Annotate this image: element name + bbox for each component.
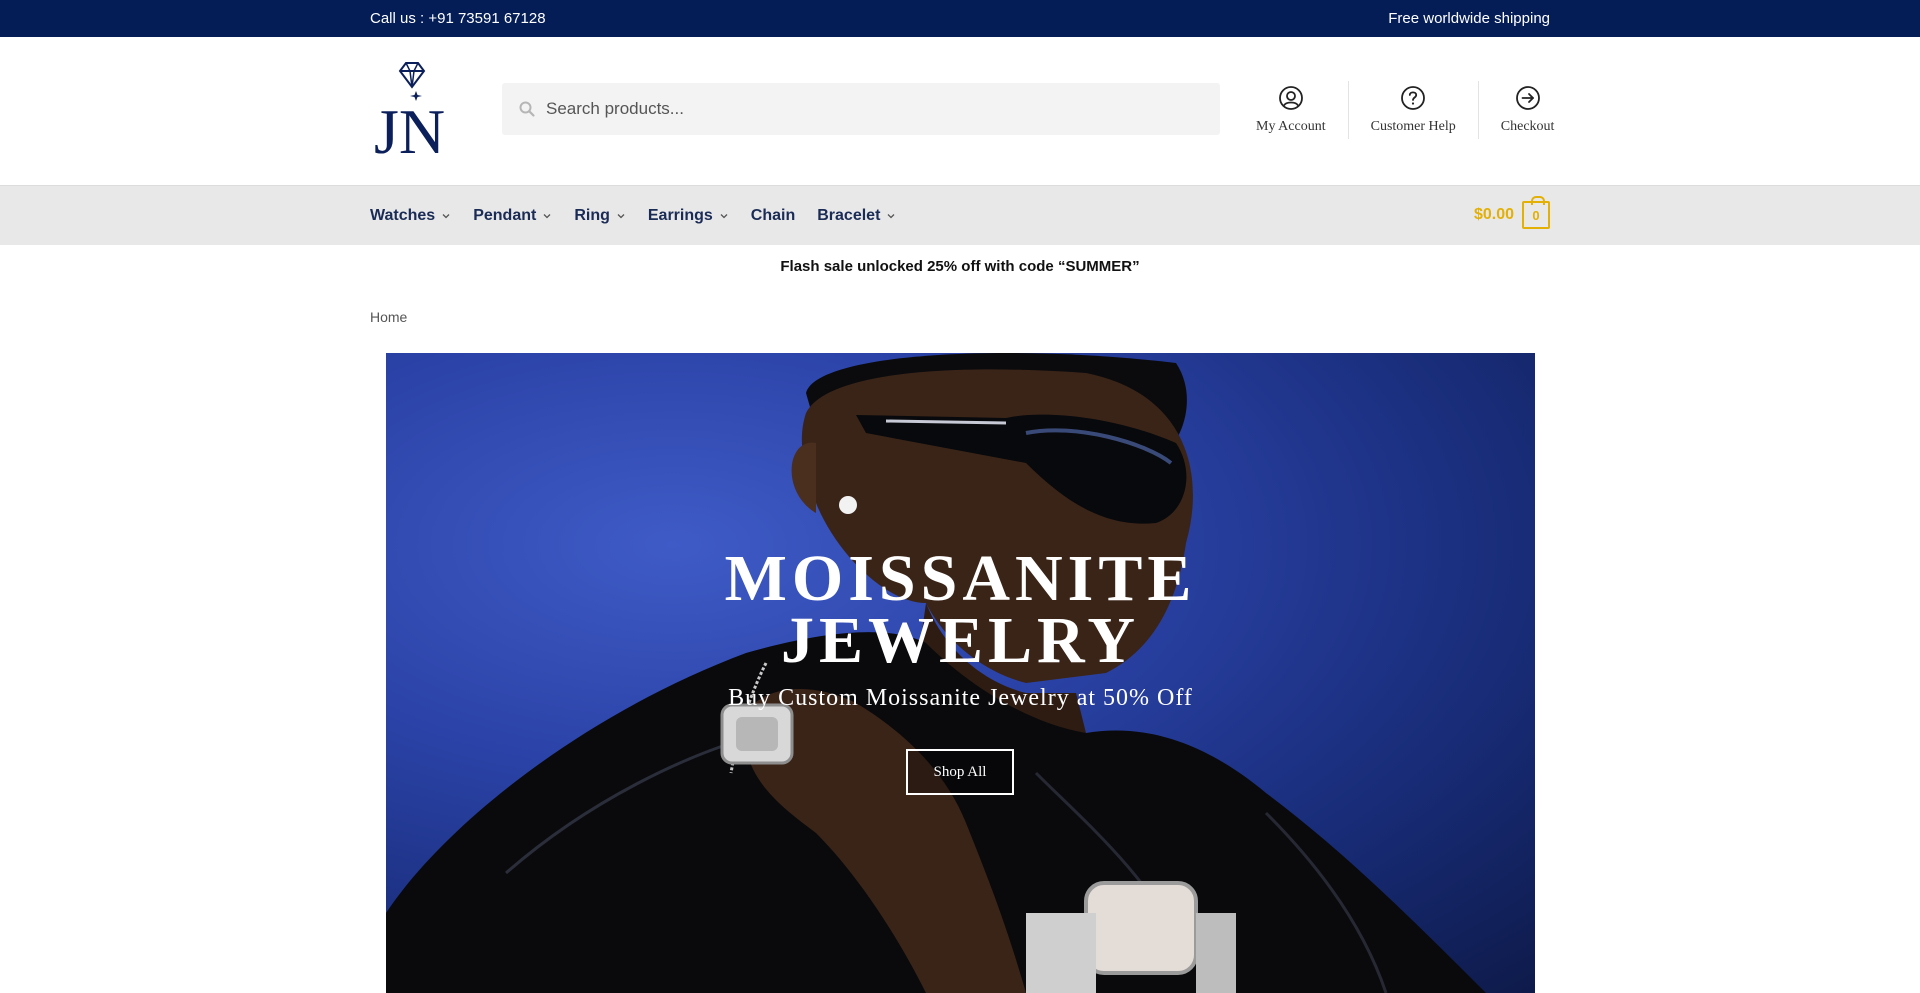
customer-help-link[interactable]: Customer Help [1349,81,1479,139]
arrow-right-circle-icon [1515,86,1540,110]
search-icon [519,101,535,117]
flash-sale-banner: Flash sale unlocked 25% off with code “S… [780,258,1140,275]
hero-banner: MOISSANITE JEWELRY Buy Custom Moissanite… [386,353,1535,993]
nav-item-chain[interactable]: Chain [751,207,795,225]
phone-contact[interactable]: Call us : +91 73591 67128 [370,10,546,27]
hero-subtitle: Buy Custom Moissanite Jewelry at 50% Off [728,685,1193,711]
chevron-down-icon [617,214,625,219]
customer-help-label: Customer Help [1370,119,1456,134]
nav-item-label: Bracelet [817,207,881,224]
nav-item-label: Earrings [647,207,713,224]
nav-item-watches[interactable]: Watches [370,207,451,225]
chevron-down-icon [543,214,551,219]
hero-title: MOISSANITE JEWELRY [386,542,1535,677]
my-account-label: My Account [1256,119,1326,134]
chevron-down-icon [442,214,450,219]
top-bar: Call us : +91 73591 67128 Free worldwide… [0,0,1920,37]
user-circle-icon [1278,86,1303,110]
nav-item-bracelet[interactable]: Bracelet [817,207,896,225]
nav-item-earrings[interactable]: Earrings [648,207,729,225]
site-logo[interactable]: JN [370,61,454,157]
checkout-label: Checkout [1500,119,1555,134]
nav-item-pendant[interactable]: Pendant [473,207,552,225]
shipping-notice: Free worldwide shipping [1388,10,1550,27]
site-header: JN My Account Customer Help [0,37,1920,185]
nav-item-label: Ring [574,207,610,224]
hero-title-line1: MOISSANITE [724,542,1197,615]
search-bar [502,83,1220,135]
search-input[interactable] [546,83,1206,135]
svg-text:JN: JN [374,96,445,157]
breadcrumb[interactable]: Home [370,309,407,325]
hero-title-line2: JEWELRY [780,604,1141,677]
nav-item-label: Pendant [473,207,537,224]
main-nav: Watches Pendant Ring Earrings Chain Brac… [370,186,918,246]
my-account-link[interactable]: My Account [1242,81,1349,139]
chevron-down-icon [887,214,895,219]
cart-count-badge: 0 [1522,196,1550,229]
help-circle-icon [1401,86,1426,110]
main-nav-bar: Watches Pendant Ring Earrings Chain Brac… [0,185,1920,245]
cart-amount: $0.00 [1473,206,1514,223]
shop-all-button[interactable]: Shop All [906,749,1014,795]
checkout-link[interactable]: Checkout [1479,81,1555,139]
nav-item-label: Watches [370,207,436,224]
header-links: My Account Customer Help Checkout [1242,81,1554,139]
nav-item-ring[interactable]: Ring [574,207,626,225]
chevron-down-icon [720,214,728,219]
cart-summary[interactable]: $0.00 0 [1473,196,1550,229]
nav-item-label: Chain [750,207,796,224]
